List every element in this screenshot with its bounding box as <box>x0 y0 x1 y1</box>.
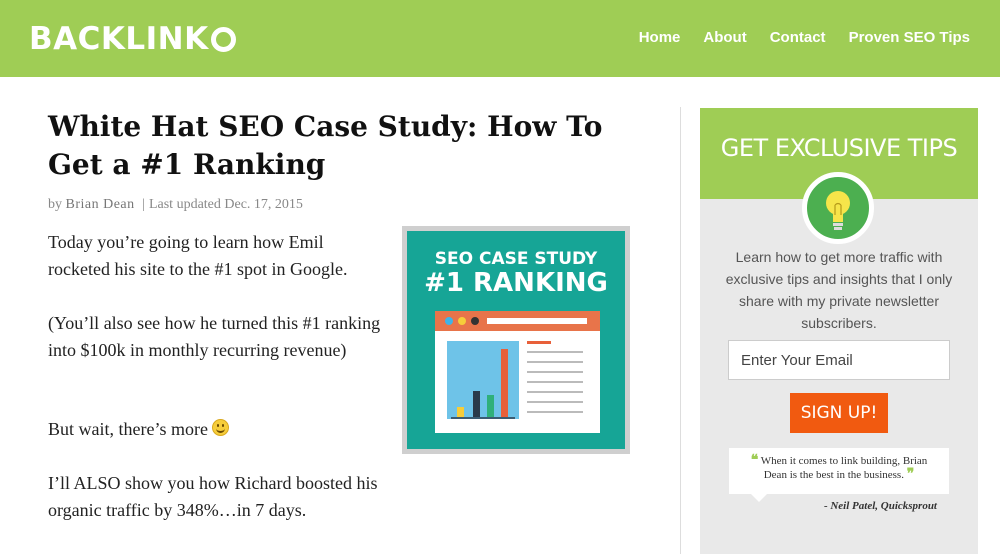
author-link[interactable]: Brian Dean <box>66 197 135 212</box>
email-input[interactable] <box>728 340 950 380</box>
browser-dot-icon <box>445 317 453 325</box>
article-title: White Hat SEO Case Study: How To Get a #… <box>48 110 603 181</box>
text-line <box>527 391 583 393</box>
article-paragraph: Today you’re going to learn how Emil roc… <box>48 232 348 279</box>
article-paragraph: (You’ll also see how he turned this #1 r… <box>48 313 381 360</box>
nav-home-link[interactable]: Home <box>639 29 681 46</box>
nav-proven-seo-tips-link[interactable]: Proven SEO Tips <box>849 29 970 46</box>
sidebar-heading: GET EXCLUSIVE TIPS <box>720 134 958 162</box>
nav-contact-link[interactable]: Contact <box>770 29 826 46</box>
chart-bar <box>457 407 464 417</box>
nav-about-link[interactable]: About <box>703 29 746 46</box>
browser-dot-icon <box>471 317 479 325</box>
browser-chart-illustration <box>435 311 600 433</box>
paragraph-text: But wait, there’s more <box>48 419 208 439</box>
last-updated: Last updated Dec. 17, 2015 <box>148 197 303 212</box>
quote-open-icon: ❝ <box>750 453 759 468</box>
sidebar-description: Learn how to get more traffic with exclu… <box>725 249 953 331</box>
text-line <box>527 361 583 363</box>
smiley-icon <box>211 419 229 436</box>
quote-citation: - Neil Patel, Quicksprout <box>823 500 937 512</box>
site-logo[interactable]: BACKLINK <box>29 21 236 57</box>
article-meta: by Brian Dean | Last updated Dec. 17, 201… <box>48 197 303 213</box>
logo-o-icon <box>210 26 236 52</box>
quote-close-icon: ❞ <box>906 467 915 482</box>
text-line <box>527 351 583 353</box>
signup-button[interactable]: SIGN UP! <box>790 393 888 433</box>
chart-bar <box>473 391 480 417</box>
chart-bar <box>501 349 508 417</box>
site-header: BACKLINK Home About Contact Proven SEO T… <box>0 0 1000 77</box>
logo-text: BACKLINK <box>29 21 209 57</box>
main-nav: Home About Contact Proven SEO Tips <box>639 29 970 46</box>
newsletter-sidebar: GET EXCLUSIVE TIPS Learn how to get more… <box>700 108 978 554</box>
text-line <box>527 371 583 373</box>
meta-separator: | <box>142 197 145 212</box>
lightbulb-icon <box>802 172 874 244</box>
testimonial-quote: ❝ When it comes to link building, Brian … <box>729 448 949 502</box>
article-paragraph: But wait, there’s more <box>48 416 388 443</box>
text-line <box>527 381 583 383</box>
text-line <box>527 401 583 403</box>
byline-prefix: by <box>48 197 62 212</box>
quote-text: When it comes to link building, Brian De… <box>760 455 928 481</box>
text-line <box>527 341 551 344</box>
chart-bar <box>487 395 494 417</box>
featured-image: SEO CASE STUDY #1 RANKING <box>402 226 630 454</box>
lightbulb-icon-shape <box>826 191 850 230</box>
content-divider <box>680 107 681 554</box>
featured-image-canvas: SEO CASE STUDY #1 RANKING <box>407 231 625 449</box>
article-paragraph: I’ll ALSO show you how Richard boosted h… <box>48 473 378 520</box>
text-line <box>527 411 583 413</box>
browser-address-bar <box>487 318 587 324</box>
browser-dot-icon <box>458 317 466 325</box>
